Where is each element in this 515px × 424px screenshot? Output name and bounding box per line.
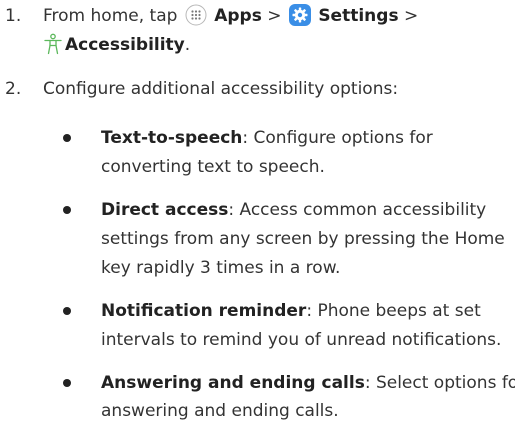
bullet-dot xyxy=(63,379,71,387)
bullet-dot xyxy=(63,206,71,214)
step-1-line-1: From home, tap Apps > Settings > xyxy=(43,4,418,33)
bullet-4-line-2: answering and ending calls. xyxy=(101,401,339,421)
step-1-separator-2: > xyxy=(403,6,419,26)
step-1-separator: > xyxy=(267,6,282,26)
bullet-dot xyxy=(63,307,71,315)
step-1-number: 1. xyxy=(5,6,22,26)
step-1-period: . xyxy=(184,35,191,55)
step-1-line-2: Accessibility. xyxy=(43,33,190,62)
bullet-1-line-2: converting text to speech. xyxy=(101,157,325,177)
apps-label: Apps xyxy=(214,6,262,26)
bullet-dot xyxy=(63,134,71,142)
bullet-2-line-3: key rapidly 3 times in a row. xyxy=(101,258,341,278)
bullet-text: : Phone beeps at set xyxy=(306,301,481,321)
accessibility-person-icon xyxy=(43,33,63,62)
settings-label: Settings xyxy=(318,6,399,26)
bullet-4-line-1: Answering and ending calls: Select optio… xyxy=(101,371,515,395)
step-2-text: Configure additional accessibility optio… xyxy=(43,79,399,99)
bullet-3-line-1: Notification reminder: Phone beeps at se… xyxy=(101,299,481,323)
bullet-term: Direct access xyxy=(101,200,229,220)
step-2-number: 2. xyxy=(5,79,22,99)
bullet-text: : Configure options for xyxy=(242,128,433,148)
bullet-term: Answering and ending calls xyxy=(101,373,365,393)
bullet-term: Notification reminder xyxy=(101,301,307,321)
bullet-1-line-1: Text-to-speech: Configure options for xyxy=(101,126,433,150)
bullet-text: : Select options for xyxy=(364,373,515,393)
accessibility-label: Accessibility xyxy=(65,35,185,55)
apps-grid-icon xyxy=(185,4,207,33)
step-1-prefix: From home, tap xyxy=(43,6,178,26)
bullet-term: Text-to-speech xyxy=(101,128,243,148)
gear-icon xyxy=(288,4,311,33)
bullet-text: : Access common accessibility xyxy=(228,200,487,220)
bullet-2-line-2: settings from any screen by pressing the… xyxy=(101,229,505,249)
bullet-2-line-1: Direct access: Access common accessibili… xyxy=(101,198,486,222)
bullet-3-line-2: intervals to remind you of unread notifi… xyxy=(101,330,502,350)
